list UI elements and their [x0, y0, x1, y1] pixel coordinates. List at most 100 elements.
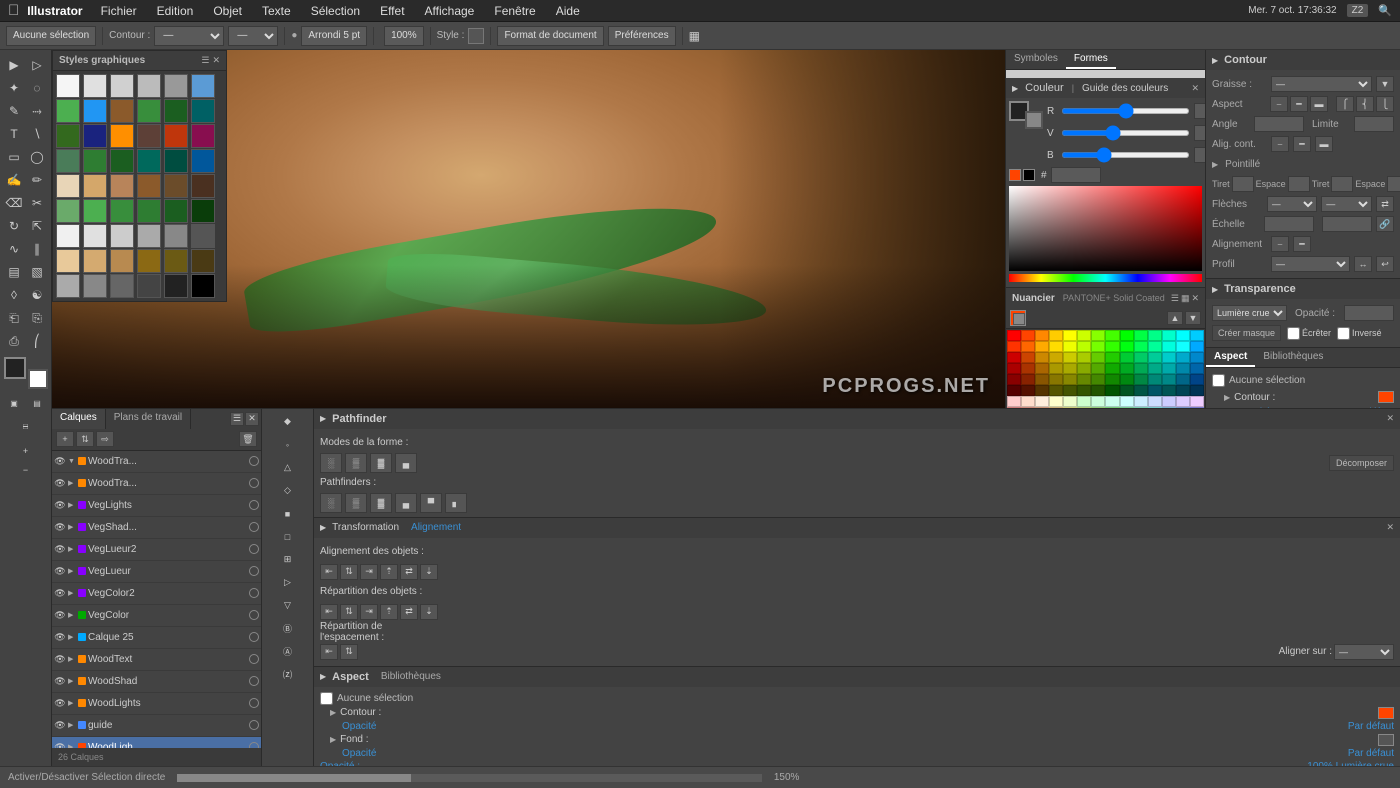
menu-texte[interactable]: Texte	[254, 2, 299, 20]
pathfinder-header[interactable]: ▶ Pathfinder ✕	[314, 409, 1400, 429]
nuancier-swatch[interactable]	[1063, 396, 1077, 407]
nuancier-swatch[interactable]	[1120, 352, 1134, 363]
nuancier-swatch[interactable]	[1021, 374, 1035, 385]
nuancier-swatch[interactable]	[1148, 396, 1162, 407]
layer-expand-toggle[interactable]: ▶	[68, 501, 76, 509]
nuancier-swatch[interactable]	[1176, 385, 1190, 396]
nuancier-swatch[interactable]	[1007, 341, 1021, 352]
layer-lock-toggle[interactable]	[235, 543, 247, 555]
ab-fond-color[interactable]	[1378, 734, 1394, 746]
nuancier-swatch[interactable]	[1049, 385, 1063, 396]
bt12[interactable]: ⒵	[277, 664, 299, 686]
gs-style-cell[interactable]	[137, 74, 161, 98]
scale-tool[interactable]: ⇱	[26, 215, 48, 237]
layer-expand-toggle[interactable]: ▶	[68, 655, 76, 663]
nuancier-swatch[interactable]	[1148, 385, 1162, 396]
nuancier-swatch[interactable]	[1148, 374, 1162, 385]
b-slider[interactable]	[1061, 152, 1190, 158]
nuancier-close[interactable]: ✕	[1191, 293, 1199, 304]
del-layer-btn[interactable]: 🗑	[239, 431, 257, 447]
nuancier-swatch[interactable]	[1063, 352, 1077, 363]
nuancier-swatch[interactable]	[1120, 363, 1134, 374]
espace-input-2[interactable]	[1387, 176, 1400, 192]
alignment-tab-label[interactable]: Alignement	[411, 522, 461, 533]
nuancier-swatch[interactable]	[1176, 363, 1190, 374]
layer-expand-toggle[interactable]: ▶	[68, 523, 76, 531]
gs-style-cell[interactable]	[56, 99, 80, 123]
gs-style-cell[interactable]	[110, 249, 134, 273]
layer-expand-toggle[interactable]: ▶	[68, 567, 76, 575]
bt1[interactable]: ◆	[277, 411, 299, 433]
gs-style-cell[interactable]	[191, 124, 215, 148]
dist4[interactable]: ⇡	[380, 604, 398, 620]
align-sur-select[interactable]: —	[1334, 644, 1394, 660]
selection-tool[interactable]: ▶	[3, 54, 25, 76]
swap-arrows[interactable]: ⇄	[1376, 196, 1394, 212]
nuancier-swatch[interactable]	[1105, 374, 1119, 385]
layer-circle[interactable]	[249, 654, 259, 664]
layer-visibility-toggle[interactable]: 👁	[54, 499, 66, 511]
opacite-btn[interactable]: 100%	[384, 26, 424, 46]
align-vcenter[interactable]: ⇄	[400, 564, 418, 580]
bg-color-swatch[interactable]	[1025, 111, 1043, 129]
nuancier-swatch[interactable]	[1063, 363, 1077, 374]
nuancier-swatch[interactable]	[1162, 330, 1176, 341]
layer-item[interactable]: 👁 ▶ WoodShad	[52, 671, 261, 693]
nuancier-swatch[interactable]	[1148, 363, 1162, 374]
nuancier-swatch[interactable]	[1035, 352, 1049, 363]
gs-style-cell[interactable]	[56, 174, 80, 198]
layer-expand-toggle[interactable]: ▶	[68, 479, 76, 487]
nuancier-swatch[interactable]	[1035, 341, 1049, 352]
nuancier-swatch[interactable]	[1077, 385, 1091, 396]
gs-style-cell[interactable]	[164, 74, 188, 98]
gs-style-cell[interactable]	[83, 124, 107, 148]
fill-swatch[interactable]	[4, 357, 26, 379]
layer-lock-toggle[interactable]	[235, 741, 247, 748]
nuancier-swatch[interactable]	[1007, 374, 1021, 385]
gs-style-cell[interactable]	[191, 149, 215, 173]
layer-expand-toggle[interactable]: ▶	[68, 699, 76, 707]
nuancier-swatch[interactable]	[1105, 341, 1119, 352]
gs-style-cell[interactable]	[110, 99, 134, 123]
align-right[interactable]: ⇥	[360, 564, 378, 580]
gs-style-cell[interactable]	[83, 99, 107, 123]
format-doc-btn[interactable]: Format de document	[497, 26, 603, 46]
nuancier-swatch[interactable]	[1162, 352, 1176, 363]
r-input[interactable]	[1194, 103, 1205, 119]
layer-lock-toggle[interactable]	[235, 455, 247, 467]
line-tool[interactable]: ∖	[26, 123, 48, 145]
decomposer-btn[interactable]: Décomposer	[1329, 455, 1394, 471]
nuancier-swatch[interactable]	[1021, 341, 1035, 352]
graisse-down[interactable]: ▼	[1376, 76, 1394, 92]
layer-expand-toggle[interactable]: ▶	[68, 589, 76, 597]
menu-fichier[interactable]: Fichier	[93, 2, 145, 20]
cap-square[interactable]: ▬	[1310, 96, 1328, 112]
ab-visible[interactable]	[320, 692, 333, 705]
mesh-tool[interactable]: ▧	[26, 261, 48, 283]
plans-travail-tab[interactable]: Plans de travail	[106, 409, 191, 429]
nuancier-swatch[interactable]	[1063, 374, 1077, 385]
dist1[interactable]: ⇤	[320, 604, 338, 620]
contour-color-select[interactable]: —	[228, 26, 278, 46]
align-hcenter[interactable]: ⇅	[340, 564, 358, 580]
nuancier-swatch[interactable]	[1035, 396, 1049, 407]
gs-style-cell[interactable]	[56, 224, 80, 248]
align-opt-1[interactable]: ⎯	[1271, 236, 1289, 252]
layer-circle[interactable]	[249, 478, 259, 488]
layer-lock-toggle[interactable]	[235, 719, 247, 731]
new-layer-btn[interactable]: +	[56, 431, 74, 447]
warp-tool[interactable]: ∿	[3, 238, 25, 260]
ds2[interactable]: ⇅	[340, 644, 358, 660]
join-bevel[interactable]: ⎩	[1376, 96, 1394, 112]
bt5[interactable]: ■	[277, 503, 299, 525]
gs-style-cell[interactable]	[56, 149, 80, 173]
r-slider[interactable]	[1061, 108, 1190, 114]
intersection-btn[interactable]: ▓	[370, 453, 392, 473]
big-color-picker[interactable]	[1009, 186, 1202, 271]
move-layer-btn[interactable]: ⇨	[96, 431, 114, 447]
cap-butt[interactable]: ⎯	[1270, 96, 1288, 112]
align-inside[interactable]: ⎯	[1271, 136, 1289, 152]
nuancier-swatch[interactable]	[1077, 374, 1091, 385]
layer-expand-toggle[interactable]: ▶	[68, 545, 76, 553]
nuancier-swatch[interactable]	[1176, 352, 1190, 363]
